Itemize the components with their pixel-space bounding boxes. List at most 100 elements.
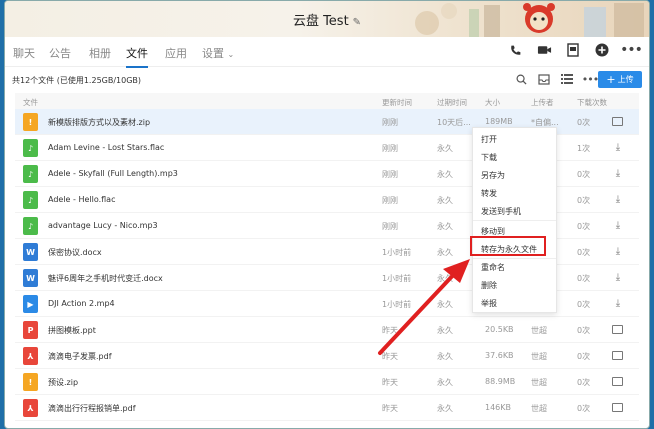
download-icon[interactable]: ⤓ [611, 245, 625, 257]
file-table-header: 文件 更新时间 过期时间 大小 上传者 下载次数 [15, 93, 639, 109]
table-row[interactable]: ⅄ 滴滴电子发票.pdf 昨天 永久 37.6KB 世超 0次 [15, 343, 639, 369]
storage-usage: 共12个文件 (已使用1.25GB/10GB) [12, 76, 142, 85]
phone-icon[interactable] [507, 42, 523, 58]
file-toolbar: 共12个文件 (已使用1.25GB/10GB) ••• + 上传 [5, 67, 649, 93]
file-expire: 永久 [437, 196, 453, 205]
column-expire[interactable]: 过期时间 [437, 97, 467, 108]
file-name: Adam Levine - Lost Stars.flac [48, 143, 165, 152]
folder-icon[interactable] [612, 325, 623, 334]
column-size[interactable]: 大小 [485, 97, 500, 108]
menu-item[interactable]: 转发 [481, 188, 497, 199]
tab-album[interactable]: 相册 [89, 45, 111, 61]
file-expire: 永久 [437, 170, 453, 179]
tab-files[interactable]: 文件 [126, 45, 148, 68]
file-name: 滴滴电子发票.pdf [48, 352, 112, 361]
menu-item[interactable]: 另存为 [481, 170, 505, 181]
menu-item[interactable]: 举报 [481, 298, 497, 309]
download-icon[interactable]: ⤓ [611, 141, 625, 153]
folder-icon[interactable] [612, 117, 623, 126]
upload-button[interactable]: + 上传 [598, 71, 642, 88]
ppt-file-icon: P [23, 321, 38, 339]
file-uploader: 世超 [531, 404, 547, 413]
file-name: 滴滴出行行程报销单.pdf [48, 404, 136, 413]
file-downloads: 0次 [577, 378, 591, 387]
menu-item[interactable]: 发送到手机 [481, 206, 521, 217]
column-downloads[interactable]: 下载次数 [577, 97, 607, 108]
toolbar-icons: ••• [514, 72, 599, 86]
search-icon[interactable] [514, 72, 528, 86]
file-name: 新模版排版方式以及素材.zip [48, 118, 151, 127]
list-view-icon[interactable] [560, 72, 574, 86]
tab-announcements[interactable]: 公告 [49, 45, 71, 61]
folder-icon[interactable] [612, 403, 623, 412]
file-updated: 昨天 [382, 352, 398, 361]
add-icon[interactable] [594, 42, 610, 58]
download-icon[interactable]: ⤓ [611, 167, 625, 179]
more-icon[interactable]: ••• [620, 42, 643, 58]
music-file-icon: ♪ [23, 139, 38, 157]
file-expire: 永久 [437, 222, 453, 231]
pdf-file-icon: ⅄ [23, 399, 38, 417]
decorative-banner [415, 3, 644, 37]
file-downloads: 0次 [577, 118, 591, 127]
file-name: 拼图模板.ppt [48, 326, 96, 335]
column-uploader[interactable]: 上传者 [531, 97, 554, 108]
edit-icon[interactable]: ✎ [353, 17, 361, 28]
folder-icon[interactable] [612, 351, 623, 360]
zip-file-icon: ! [23, 113, 38, 131]
download-icon[interactable]: ⤓ [611, 219, 625, 231]
file-uploader: 世超 [531, 378, 547, 387]
file-updated: 刚刚 [382, 170, 398, 179]
music-file-icon: ♪ [23, 191, 38, 209]
file-uploader: 世超 [531, 326, 547, 335]
folder-icon[interactable] [612, 377, 623, 386]
download-icon[interactable]: ⤓ [611, 271, 625, 283]
file-updated: 昨天 [382, 326, 398, 335]
file-expire: 永久 [437, 326, 453, 335]
file-expire: 永久 [437, 248, 453, 257]
file-updated: 1小时前 [382, 300, 412, 309]
file-updated: 刚刚 [382, 196, 398, 205]
file-downloads: 0次 [577, 300, 591, 309]
file-expire: 永久 [437, 378, 453, 387]
file-updated: 刚刚 [382, 118, 398, 127]
video-file-icon: ▶ [23, 295, 38, 313]
title-bar: 云盘 Test ✎ [5, 1, 649, 37]
file-expire: 10天后... [437, 118, 471, 127]
menu-separator [473, 258, 556, 259]
table-row[interactable]: P 拼图模板.ppt 昨天 永久 20.5KB 世超 0次 [15, 317, 639, 343]
tab-settings[interactable]: 设置 ⌄ [202, 45, 234, 61]
column-updated[interactable]: 更新时间 [382, 97, 412, 108]
inbox-icon[interactable] [537, 72, 551, 86]
music-file-icon: ♪ [23, 165, 38, 183]
file-expire: 永久 [437, 274, 453, 283]
file-uploader: 世超 [531, 352, 547, 361]
menu-item[interactable]: 删除 [481, 280, 497, 291]
menu-item[interactable]: 打开 [481, 134, 497, 145]
pdf-file-icon: ⅄ [23, 347, 38, 365]
column-name[interactable]: 文件 [23, 97, 38, 108]
download-icon[interactable]: ⤓ [611, 193, 625, 205]
file-updated: 刚刚 [382, 222, 398, 231]
video-icon[interactable] [536, 42, 552, 58]
download-icon[interactable]: ⤓ [611, 297, 625, 309]
file-downloads: 1次 [577, 144, 591, 153]
more-icon[interactable]: ••• [582, 72, 599, 86]
table-row[interactable]: ⅄ 滴滴出行行程报销单.pdf 昨天 永久 146KB 世超 0次 [15, 395, 639, 421]
upload-label: 上传 [617, 75, 634, 84]
menu-item[interactable]: 下载 [481, 152, 497, 163]
chevron-down-icon: ⌄ [227, 50, 235, 59]
tab-bar: 聊天 公告 相册 文件 应用 设置 ⌄ ••• [5, 37, 649, 68]
file-size: 20.5KB [485, 325, 514, 334]
file-downloads: 0次 [577, 170, 591, 179]
file-downloads: 0次 [577, 404, 591, 413]
file-updated: 刚刚 [382, 144, 398, 153]
file-expire: 永久 [437, 300, 453, 309]
menu-item[interactable]: 重命名 [481, 262, 505, 273]
file-updated: 1小时前 [382, 274, 412, 283]
tab-apps[interactable]: 应用 [165, 45, 187, 61]
tab-chat[interactable]: 聊天 [13, 45, 35, 61]
context-menu: 打开 下载 另存为 转发 发送到手机 移动到 转存为永久文件 重命名 删除 举报 [472, 127, 557, 313]
table-row[interactable]: ! 预设.zip 昨天 永久 88.9MB 世超 0次 [15, 369, 639, 395]
doc-icon[interactable] [565, 42, 581, 58]
